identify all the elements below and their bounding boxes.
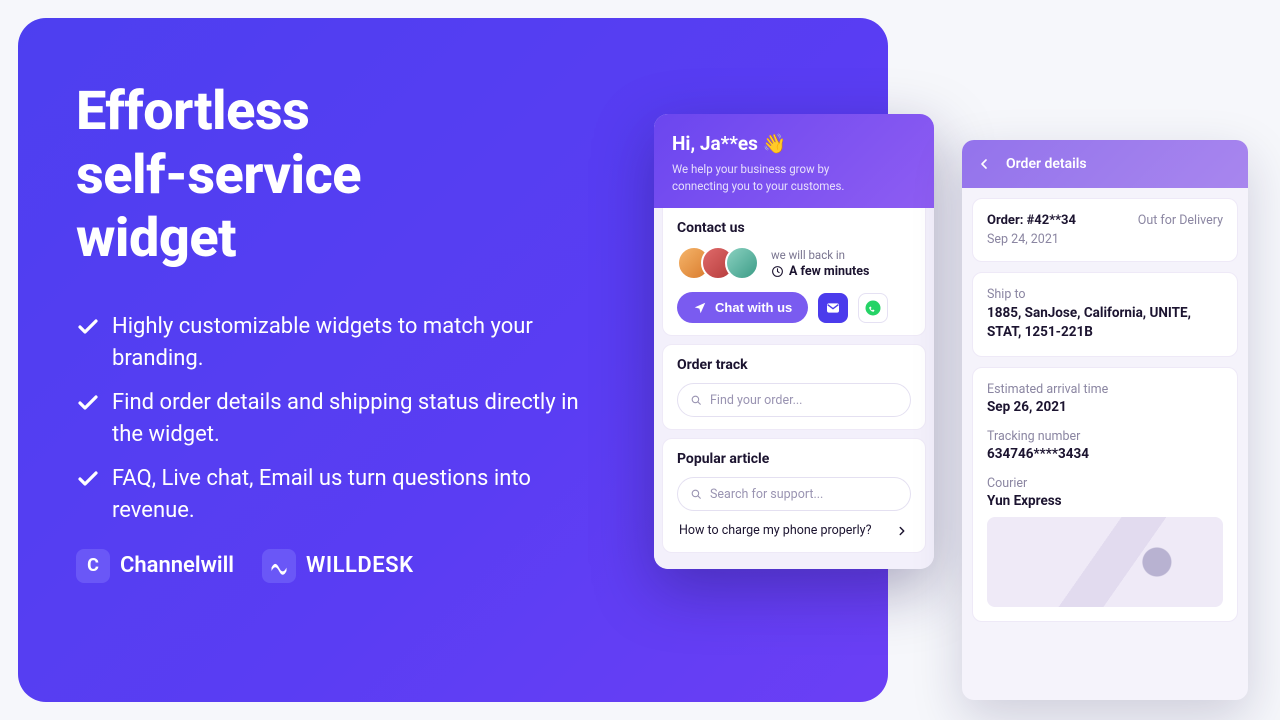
back-in-value: A few minutes: [789, 264, 869, 279]
check-icon: [76, 315, 100, 339]
brand-channelwill: C Channelwill: [76, 549, 234, 583]
order-details-panel: Order details Order: #42**34 Out for Del…: [962, 140, 1248, 700]
brand-willdesk: WILLDESK: [262, 549, 414, 583]
ship-to-card: Ship to 1885, SanJose, California, UNITE…: [972, 272, 1238, 357]
feature-text: FAQ, Live chat, Email us turn questions …: [112, 463, 606, 527]
email-button[interactable]: [818, 293, 848, 323]
brand-name: WILLDESK: [306, 553, 414, 578]
order-summary-card: Order: #42**34 Out for Delivery Sep 24, …: [972, 198, 1238, 262]
brand-name: Channelwill: [120, 553, 234, 578]
check-icon: [76, 391, 100, 415]
tracking-number-value: 634746****3434: [987, 446, 1223, 462]
support-search-placeholder: Search for support...: [710, 487, 823, 502]
courier-value: Yun Express: [987, 493, 1223, 509]
order-date: Sep 24, 2021: [987, 232, 1223, 247]
hero-title-line: widget: [76, 207, 236, 270]
search-icon: [690, 394, 703, 407]
hero-title-line: self-service: [76, 144, 361, 207]
tracking-card: Estimated arrival time Sep 26, 2021 Trac…: [972, 367, 1238, 622]
order-search-placeholder: Find your order...: [710, 393, 802, 408]
mail-icon: [825, 300, 841, 316]
feature-text: Find order details and shipping status d…: [112, 387, 606, 451]
eta-value: Sep 26, 2021: [987, 399, 1223, 415]
brand-badge-icon: [262, 549, 296, 583]
ship-to-label: Ship to: [987, 287, 1223, 302]
back-icon[interactable]: [976, 156, 992, 172]
order-track-section: Order track Find your order...: [662, 344, 926, 430]
feature-item: Highly customizable widgets to match you…: [76, 311, 606, 375]
whatsapp-icon: [864, 299, 882, 317]
order-search-input[interactable]: Find your order...: [677, 383, 911, 417]
feature-list: Highly customizable widgets to match you…: [76, 311, 606, 526]
chat-widget-header: Hi, Ja**es 👋 We help your business grow …: [654, 114, 934, 208]
brand-badge-icon: C: [76, 549, 110, 583]
chat-with-us-button[interactable]: Chat with us: [677, 292, 808, 323]
check-icon: [76, 467, 100, 491]
contact-actions: Chat with us: [677, 292, 911, 323]
ship-to-address: 1885, SanJose, California, UNITE, STAT, …: [987, 304, 1223, 342]
search-icon: [690, 488, 703, 501]
chat-subtext: We help your business grow by connecting…: [672, 161, 882, 194]
faq-question: How to charge my phone properly?: [679, 523, 871, 538]
order-track-title: Order track: [677, 357, 911, 373]
order-number: Order: #42**34: [987, 213, 1076, 228]
support-search-input[interactable]: Search for support...: [677, 477, 911, 511]
chevron-right-icon: [895, 524, 909, 538]
contact-title: Contact us: [677, 220, 911, 236]
hero-title-line: Effortless: [76, 80, 309, 143]
avatar-stack: [677, 246, 759, 280]
order-number-value: #42**34: [1027, 213, 1076, 228]
order-details-title: Order details: [1006, 156, 1087, 172]
clock-icon: [771, 265, 784, 278]
contact-us-section: Contact us we will back in A few minutes: [662, 208, 926, 336]
order-number-label: Order:: [987, 213, 1027, 228]
tracking-map[interactable]: [987, 517, 1223, 607]
whatsapp-button[interactable]: [858, 293, 888, 323]
faq-item[interactable]: How to charge my phone properly?: [677, 511, 911, 540]
avatar: [725, 246, 759, 280]
feature-item: FAQ, Live chat, Email us turn questions …: [76, 463, 606, 527]
feature-item: Find order details and shipping status d…: [76, 387, 606, 451]
chat-greeting: Hi, Ja**es 👋: [672, 132, 916, 155]
tracking-number-label: Tracking number: [987, 429, 1223, 444]
popular-article-section: Popular article Search for support... Ho…: [662, 438, 926, 553]
order-status: Out for Delivery: [1138, 213, 1223, 228]
chat-widget: Hi, Ja**es 👋 We help your business grow …: [654, 114, 934, 569]
hero-title: Effortless self-service widget: [76, 80, 596, 271]
order-details-header: Order details: [962, 140, 1248, 188]
send-icon: [693, 301, 707, 315]
contact-row: we will back in A few minutes: [677, 246, 911, 280]
back-in-block: we will back in A few minutes: [771, 248, 869, 279]
chat-button-label: Chat with us: [715, 300, 792, 315]
back-in-time: A few minutes: [771, 264, 869, 279]
back-in-label: we will back in: [771, 248, 869, 262]
feature-text: Highly customizable widgets to match you…: [112, 311, 606, 375]
chat-widget-body: Contact us we will back in A few minutes: [654, 208, 934, 569]
courier-label: Courier: [987, 476, 1223, 491]
eta-label: Estimated arrival time: [987, 382, 1223, 397]
popular-title: Popular article: [677, 451, 911, 467]
